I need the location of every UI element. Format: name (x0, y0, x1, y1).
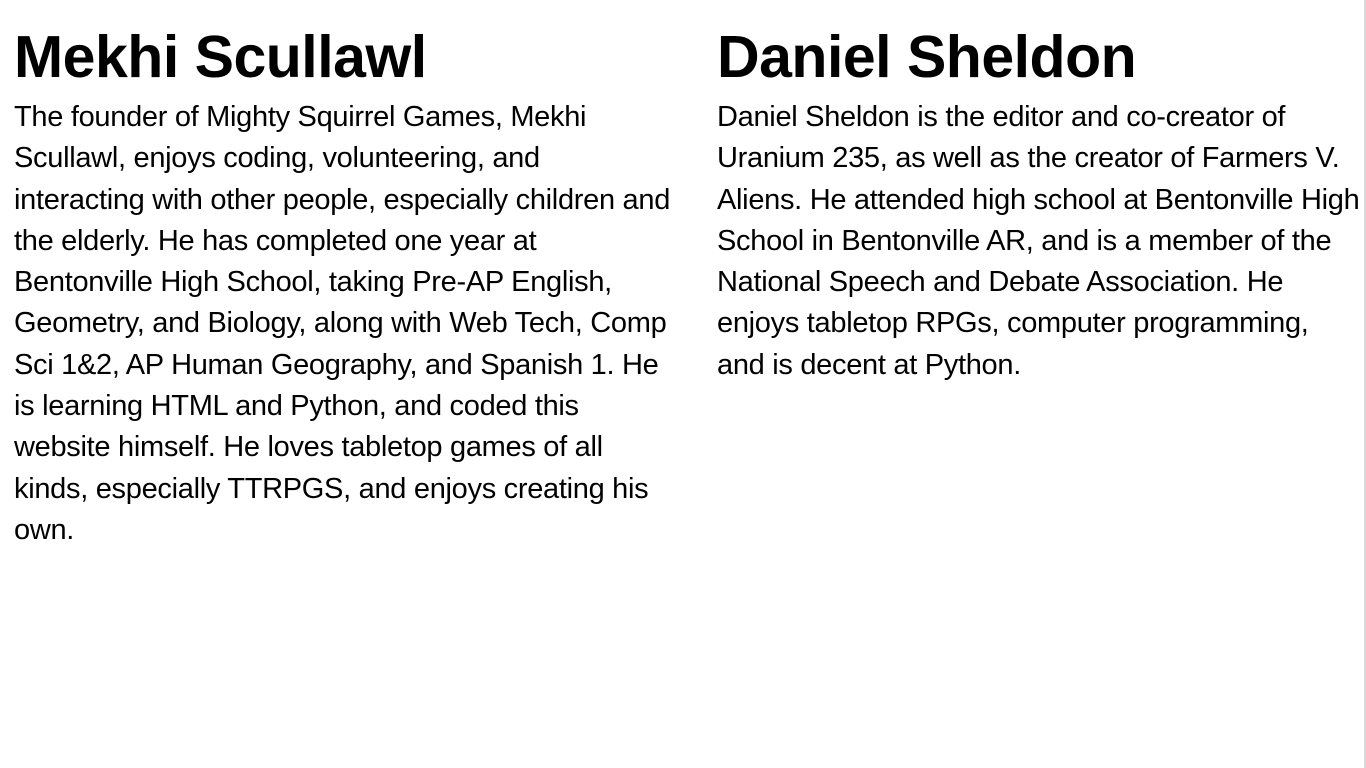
person-name: Daniel Sheldon (717, 24, 1137, 90)
person-bio: Daniel Sheldon is the editor and co-crea… (717, 101, 1360, 381)
bio-card-mekhi: Mekhi Scullawl The founder of Mighty Squ… (14, 0, 717, 768)
person-bio: The founder of Mighty Squirrel Games, Me… (14, 101, 671, 546)
about-page: Mekhi Scullawl The founder of Mighty Squ… (0, 0, 1366, 768)
person-name: Mekhi Scullawl (14, 24, 427, 90)
bio-card-daniel: Daniel Sheldon Daniel Sheldon is the edi… (717, 0, 1366, 768)
